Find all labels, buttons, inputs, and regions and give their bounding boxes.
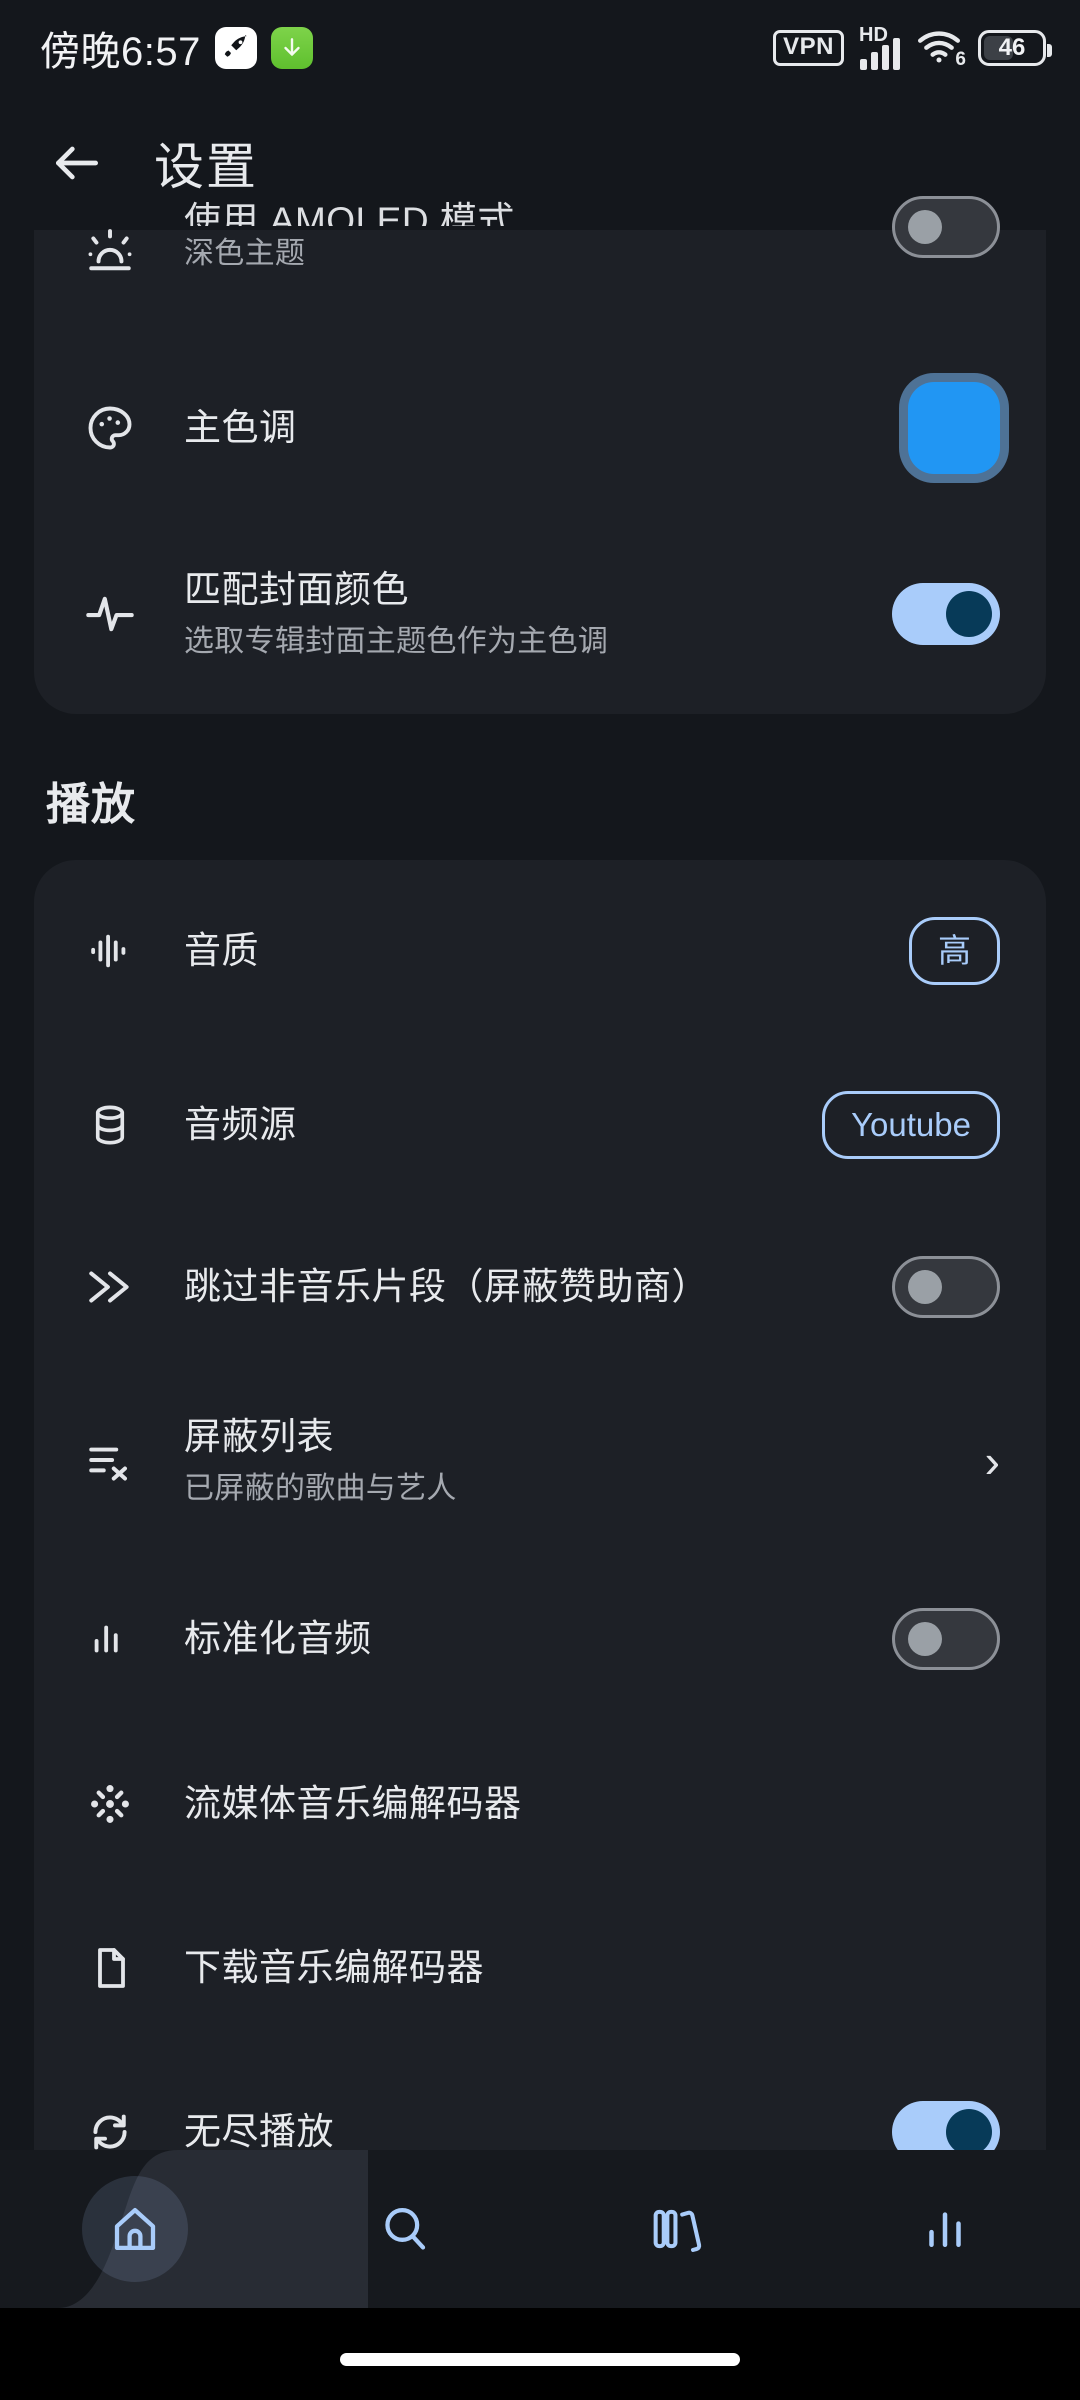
row-audio-quality-text: 音质 bbox=[140, 926, 880, 976]
row-streaming-codec-text: 流媒体音乐编解码器 bbox=[140, 1779, 880, 1829]
row-download-codec-text: 下载音乐编解码器 bbox=[140, 1943, 880, 1993]
waveform-icon bbox=[80, 928, 140, 974]
download-app-icon bbox=[270, 27, 313, 69]
hd-label: HD bbox=[859, 24, 888, 46]
battery-level-label: 46 bbox=[998, 34, 1026, 61]
audio-source-chip[interactable]: Youtube bbox=[822, 1091, 1000, 1159]
status-bar: 傍晚6:57 VPN HD 6 46 bbox=[0, 0, 1080, 96]
cellular-signal-icon: HD bbox=[859, 24, 900, 70]
row-audio-quality-control[interactable]: 高 bbox=[880, 917, 1000, 985]
toggle-knob bbox=[908, 210, 942, 244]
phone-screen: 傍晚6:57 VPN HD 6 46 设置 使用 AMOLED 模式 深色主题 … bbox=[0, 0, 1080, 2400]
row-normalize-audio-title: 标准化音频 bbox=[184, 1618, 372, 1660]
vpn-icon: VPN bbox=[773, 30, 844, 66]
row-audio-quality-title: 音质 bbox=[184, 930, 259, 972]
settings-scroll-content[interactable]: 使用 AMOLED 模式 深色主题 主色调 匹配封面颜色 选取专辑封面主题色作为… bbox=[0, 196, 1080, 2214]
fast-forward-icon bbox=[80, 1262, 140, 1312]
accent-color-swatch[interactable] bbox=[908, 382, 1000, 474]
pulse-icon bbox=[80, 588, 140, 640]
nav-item-library[interactable] bbox=[540, 2150, 810, 2308]
bottom-navigation-bar bbox=[0, 2150, 1080, 2308]
row-match-cover-control[interactable] bbox=[880, 583, 1000, 645]
rocket-app-icon bbox=[214, 27, 257, 69]
row-match-cover-text: 匹配封面颜色 选取专辑封面主题色作为主色调 bbox=[140, 565, 880, 664]
audio-quality-chip[interactable]: 高 bbox=[909, 917, 1000, 985]
row-skip-non-music[interactable]: 跳过非音乐片段（屏蔽赞助商） bbox=[34, 1208, 1046, 1366]
database-icon bbox=[80, 1102, 140, 1148]
broadcast-icon bbox=[80, 1779, 140, 1829]
amoled-mode-toggle[interactable] bbox=[892, 196, 1000, 258]
status-clock: 傍晚6:57 bbox=[40, 30, 201, 74]
row-blocklist-text: 屏蔽列表 已屏蔽的歌曲与艺人 bbox=[140, 1412, 880, 1511]
nav-item-stats[interactable] bbox=[810, 2150, 1080, 2308]
row-normalize-audio[interactable]: 标准化音频 bbox=[34, 1556, 1046, 1722]
row-amoled-mode[interactable]: 使用 AMOLED 模式 深色主题 bbox=[34, 196, 1046, 342]
row-skip-non-music-title: 跳过非音乐片段（屏蔽赞助商） bbox=[184, 1266, 709, 1308]
row-match-cover-subtitle: 选取专辑封面主题色作为主色调 bbox=[184, 625, 609, 659]
row-match-cover-color[interactable]: 匹配封面颜色 选取专辑封面主题色作为主色调 bbox=[34, 514, 1046, 714]
section-title-playback: 播放 bbox=[46, 780, 136, 829]
row-blocklist-title: 屏蔽列表 bbox=[184, 1415, 334, 1457]
nav-items bbox=[0, 2150, 1080, 2308]
match-cover-color-toggle[interactable] bbox=[892, 583, 1000, 645]
chevron-right-icon[interactable]: › bbox=[985, 1438, 1000, 1484]
row-blocklist[interactable]: 屏蔽列表 已屏蔽的歌曲与艺人 › bbox=[34, 1366, 1046, 1556]
home-icon bbox=[114, 2207, 156, 2251]
row-accent-title: 主色调 bbox=[184, 407, 297, 449]
row-accent-control[interactable] bbox=[880, 382, 1000, 474]
status-bar-right: VPN HD 6 46 bbox=[773, 24, 1052, 70]
row-blocklist-control[interactable]: › bbox=[880, 1438, 1000, 1484]
row-amoled-control[interactable] bbox=[880, 196, 1000, 258]
nav-item-search[interactable] bbox=[270, 2150, 540, 2308]
nav-home-pill bbox=[82, 2176, 188, 2282]
row-streaming-codec[interactable]: 流媒体音乐编解码器 bbox=[34, 1722, 1046, 1886]
row-audio-quality[interactable]: 音质 高 bbox=[34, 860, 1046, 1042]
row-amoled-title: 使用 AMOLED 模式 bbox=[184, 200, 515, 226]
toggle-knob bbox=[908, 1622, 942, 1656]
row-amoled-text: 使用 AMOLED 模式 深色主题 bbox=[140, 196, 880, 275]
row-amoled-subtitle: 深色主题 bbox=[184, 237, 306, 270]
sunrise-icon bbox=[80, 228, 140, 278]
row-match-cover-title: 匹配封面颜色 bbox=[184, 568, 409, 610]
row-accent-color[interactable]: 主色调 bbox=[34, 342, 1046, 514]
normalize-audio-toggle[interactable] bbox=[892, 1608, 1000, 1670]
back-button[interactable] bbox=[22, 108, 132, 218]
row-audio-source-title: 音频源 bbox=[184, 1104, 297, 1146]
search-icon bbox=[385, 2207, 426, 2250]
row-audio-source-control[interactable]: Youtube bbox=[822, 1091, 1000, 1159]
bar-chart-icon bbox=[80, 1616, 140, 1662]
status-bar-left: 傍晚6:57 bbox=[40, 19, 313, 77]
row-normalize-audio-control[interactable] bbox=[880, 1608, 1000, 1670]
toggle-knob bbox=[946, 591, 992, 637]
row-accent-text: 主色调 bbox=[140, 403, 880, 453]
skip-non-music-toggle[interactable] bbox=[892, 1256, 1000, 1318]
row-streaming-codec-title: 流媒体音乐编解码器 bbox=[184, 1783, 522, 1825]
row-audio-source[interactable]: 音频源 Youtube bbox=[34, 1042, 1046, 1208]
back-arrow-icon bbox=[56, 146, 98, 180]
palette-icon bbox=[80, 402, 140, 454]
playback-card: 音质 高 音频源 Youtube 跳过非音乐片段（屏蔽赞助商） 屏蔽列表 已屏蔽… bbox=[34, 860, 1046, 2214]
stats-icon bbox=[929, 2212, 961, 2247]
toggle-knob bbox=[946, 2109, 992, 2155]
gesture-nav-area bbox=[0, 2308, 1080, 2400]
gesture-home-bar[interactable] bbox=[340, 2353, 740, 2366]
row-normalize-audio-text: 标准化音频 bbox=[140, 1614, 880, 1664]
row-blocklist-subtitle: 已屏蔽的歌曲与艺人 bbox=[184, 1472, 457, 1506]
wifi-icon: 6 bbox=[916, 28, 966, 70]
file-icon bbox=[80, 1944, 140, 1992]
page-title: 设置 bbox=[154, 139, 258, 195]
row-audio-source-text: 音频源 bbox=[140, 1100, 822, 1150]
nav-item-home[interactable] bbox=[0, 2150, 270, 2308]
row-skip-non-music-text: 跳过非音乐片段（屏蔽赞助商） bbox=[140, 1262, 880, 1312]
wifi-generation-label: 6 bbox=[955, 49, 966, 70]
appearance-card: 使用 AMOLED 模式 深色主题 主色调 匹配封面颜色 选取专辑封面主题色作为… bbox=[34, 196, 1046, 714]
playlist-remove-icon bbox=[80, 1436, 140, 1486]
row-skip-non-music-control[interactable] bbox=[880, 1256, 1000, 1318]
row-download-codec-title: 下载音乐编解码器 bbox=[184, 1947, 484, 1989]
library-icon bbox=[653, 2209, 702, 2252]
battery-icon: 46 bbox=[978, 30, 1052, 66]
row-download-codec[interactable]: 下载音乐编解码器 bbox=[34, 1886, 1046, 2050]
toggle-knob bbox=[908, 1270, 942, 1304]
